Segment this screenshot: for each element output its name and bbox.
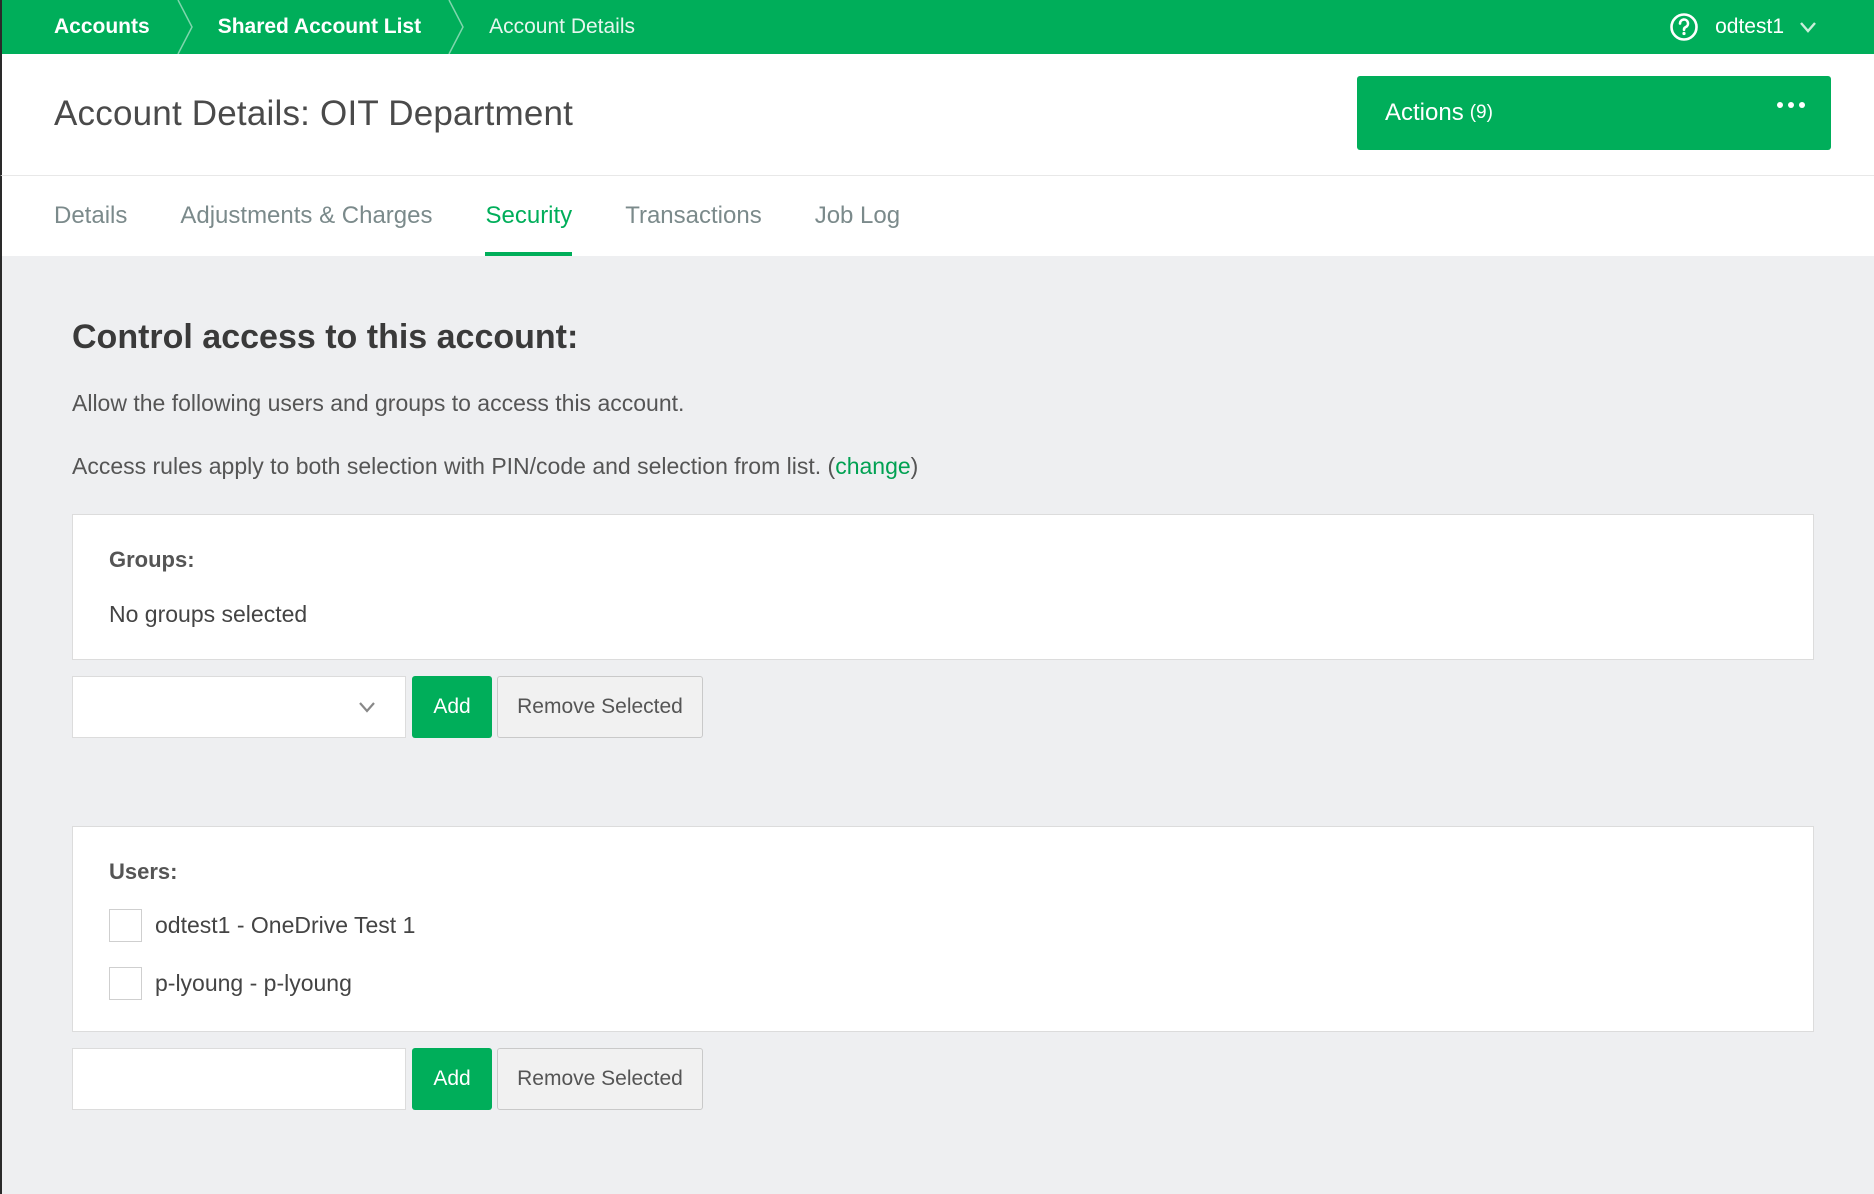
remove-selected-groups-button[interactable]: Remove Selected: [497, 676, 703, 738]
breadcrumb-shared-account-list[interactable]: Shared Account List: [218, 0, 447, 54]
groups-controls: Add Remove Selected: [72, 676, 703, 738]
tab-details[interactable]: Details: [54, 176, 127, 256]
list-item: p-lyoung - p-lyoung: [109, 967, 352, 1000]
groups-panel: Groups: No groups selected: [72, 514, 1814, 660]
section-title: Control access to this account:: [72, 318, 579, 356]
tab-security[interactable]: Security: [485, 176, 572, 256]
chevron-down-icon[interactable]: [1798, 17, 1818, 37]
user-label: p-lyoung - p-lyoung: [155, 970, 352, 996]
user-search-input[interactable]: [72, 1048, 406, 1110]
tab-transactions[interactable]: Transactions: [625, 176, 762, 256]
actions-count: (9): [1469, 102, 1493, 123]
remove-selected-users-button[interactable]: Remove Selected: [497, 1048, 703, 1110]
list-item: odtest1 - OneDrive Test 1: [109, 909, 415, 942]
change-link[interactable]: change: [835, 453, 910, 479]
add-user-button[interactable]: Add: [412, 1048, 492, 1110]
actions-label: Actions: [1385, 99, 1464, 126]
chevron-down-icon: [359, 702, 375, 713]
breadcrumb-account-details: Account Details: [489, 15, 636, 38]
tab-bar: Details Adjustments & Charges Security T…: [0, 176, 1874, 256]
users-label: Users:: [109, 859, 178, 884]
groups-empty-text: No groups selected: [109, 601, 308, 627]
access-rules-suffix: ): [910, 453, 919, 479]
username[interactable]: odtest1: [1715, 15, 1784, 39]
add-group-button[interactable]: Add: [412, 676, 492, 738]
actions-button[interactable]: Actions (9): [1357, 76, 1831, 150]
tab-job-log[interactable]: Job Log: [815, 176, 900, 256]
help-circle-icon[interactable]: [1669, 12, 1699, 42]
users-controls: Add Remove Selected: [72, 1048, 703, 1110]
user-checkbox[interactable]: [109, 967, 142, 1000]
breadcrumb: Accounts Shared Account List Account Det…: [2, 0, 661, 54]
access-rules-prefix: Access rules apply to both selection wit…: [72, 453, 836, 479]
page-title: Account Details: OIT Department: [54, 94, 574, 133]
security-content: Control access to this account: Allow th…: [0, 256, 1874, 1194]
user-label: odtest1 - OneDrive Test 1: [155, 912, 416, 938]
user-checkbox[interactable]: [109, 909, 142, 942]
user-menu[interactable]: odtest1: [1669, 0, 1818, 54]
top-bar: Accounts Shared Account List Account Det…: [0, 0, 1874, 54]
more-dots-icon: [1777, 102, 1805, 108]
access-rules-text: Access rules apply to both selection wit…: [72, 453, 918, 480]
access-description: Allow the following users and groups to …: [72, 390, 685, 416]
breadcrumb-separator-icon: [176, 0, 196, 54]
tab-adjustments-charges[interactable]: Adjustments & Charges: [180, 176, 432, 256]
groups-label: Groups:: [109, 547, 195, 572]
group-select[interactable]: [72, 676, 406, 738]
page-header: Account Details: OIT Department Actions …: [0, 54, 1874, 176]
users-panel: Users: odtest1 - OneDrive Test 1 p-lyoun…: [72, 826, 1814, 1032]
breadcrumb-separator-icon: [447, 0, 467, 54]
breadcrumb-accounts[interactable]: Accounts: [54, 0, 176, 54]
